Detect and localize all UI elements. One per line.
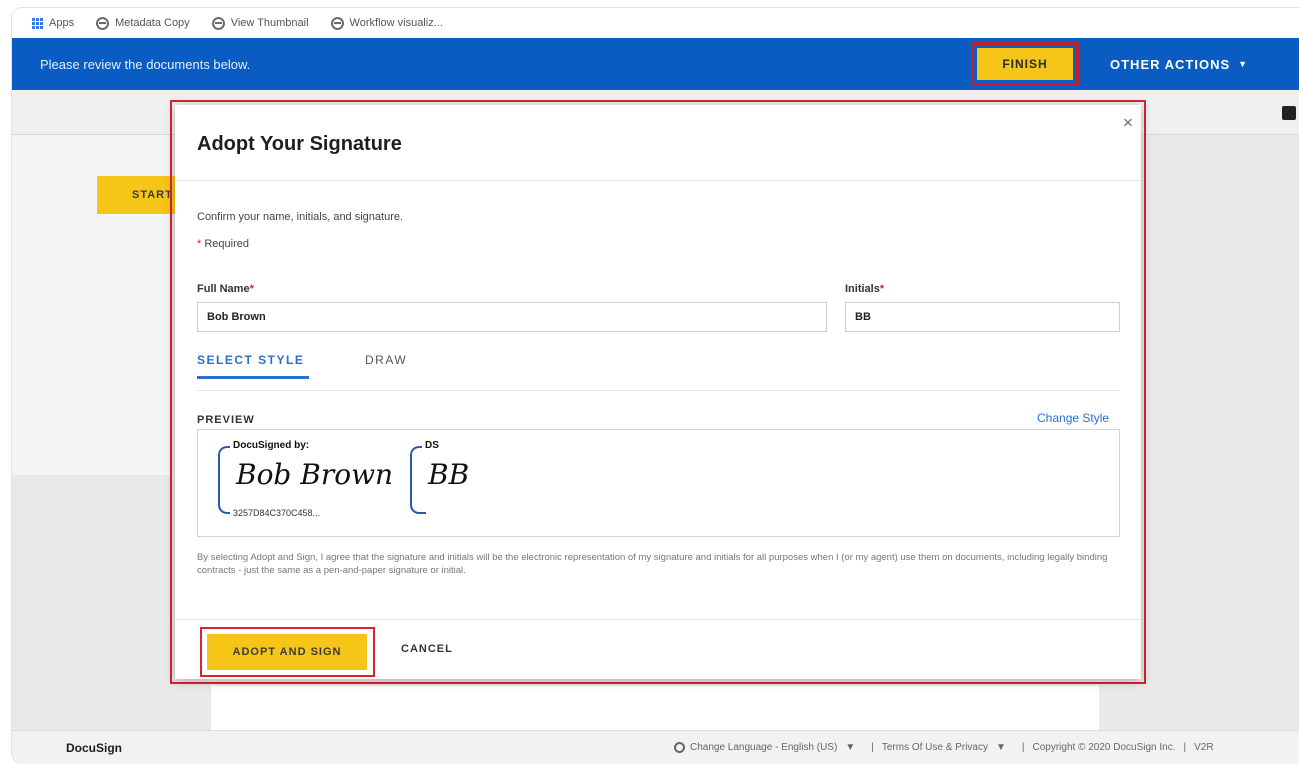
globe-icon xyxy=(96,16,110,30)
bookmarks-bar: Apps Metadata Copy View Thumbnail Workfl… xyxy=(12,8,1299,38)
bookmark-metadata-copy[interactable]: Metadata Copy xyxy=(96,16,190,30)
bookmark-view-thumbnail[interactable]: View Thumbnail xyxy=(211,16,309,30)
dialog-title: Adopt Your Signature xyxy=(197,133,402,155)
preview-label: PREVIEW xyxy=(197,414,255,426)
page-footer: DocuSign Change Language - English (US) … xyxy=(12,730,1299,764)
required-marker: * xyxy=(879,283,885,295)
footer-links: Change Language - English (US) ▼ | Terms… xyxy=(674,742,1214,753)
version-text: V2R xyxy=(1194,742,1214,753)
initials-label: Initials* xyxy=(845,283,884,295)
initials-label-text: Initials xyxy=(845,283,880,295)
required-marker: * xyxy=(197,238,202,250)
globe-icon xyxy=(211,16,225,30)
bookmark-apps[interactable]: Apps xyxy=(32,17,74,29)
signature-preview-card: DocuSigned by: Bob Brown 3257D84C370C458… xyxy=(218,440,394,518)
required-text: Required xyxy=(204,238,249,250)
divider xyxy=(197,390,1120,391)
globe-icon xyxy=(674,742,685,753)
signature-bracket xyxy=(218,446,234,514)
chevron-down-icon: ▼ xyxy=(845,742,856,753)
bookmark-label: Apps xyxy=(49,17,75,29)
initials-script: BB xyxy=(428,458,470,491)
initials-field[interactable]: BB xyxy=(845,302,1120,332)
tab-select-style[interactable]: SELECT STYLE xyxy=(197,353,304,367)
tab-draw[interactable]: DRAW xyxy=(365,353,407,367)
adopt-signature-dialog: × Adopt Your Signature Confirm your name… xyxy=(175,105,1141,679)
bookmark-label: Metadata Copy xyxy=(115,17,190,29)
full-name-field[interactable]: Bob Brown xyxy=(197,302,827,332)
footer-separator: | xyxy=(871,742,874,753)
finish-button-highlight: FINISH xyxy=(971,42,1079,86)
footer-separator: | xyxy=(1021,742,1025,753)
other-actions-menu[interactable]: OTHER ACTIONS ▼ xyxy=(1110,38,1248,90)
required-note: * Required xyxy=(197,238,249,250)
chevron-down-icon: ▼ xyxy=(995,742,1006,753)
docusigned-by-label: DocuSigned by: xyxy=(230,440,313,451)
full-name-label-text: Full Name xyxy=(197,283,250,295)
divider xyxy=(175,180,1141,181)
terms-link[interactable]: Terms Of Use & Privacy xyxy=(882,742,988,753)
initials-bracket xyxy=(410,446,426,514)
change-style-link[interactable]: Change Style xyxy=(1037,411,1109,425)
signature-id: 3257D84C370C458... xyxy=(230,508,324,518)
full-name-label: Full Name* xyxy=(197,283,254,295)
bookmark-workflow[interactable]: Workflow visualiz... xyxy=(330,16,443,30)
apps-grid-icon xyxy=(32,17,43,29)
banner-message: Please review the documents below. xyxy=(40,56,251,72)
bookmark-label: Workflow visualiz... xyxy=(349,17,443,29)
bookmark-label: View Thumbnail xyxy=(230,17,309,29)
active-tab-indicator xyxy=(197,376,309,379)
review-banner: Please review the documents below. FINIS… xyxy=(12,38,1299,90)
legal-disclaimer: By selecting Adopt and Sign, I agree tha… xyxy=(197,552,1108,576)
finish-button[interactable]: FINISH xyxy=(977,48,1073,80)
other-actions-label: OTHER ACTIONS xyxy=(1110,56,1231,72)
cancel-button[interactable]: CANCEL xyxy=(401,643,453,655)
ds-label: DS xyxy=(422,440,442,451)
adopt-and-sign-button[interactable]: ADOPT AND SIGN xyxy=(207,634,367,670)
screenshot-frame: Apps Metadata Copy View Thumbnail Workfl… xyxy=(0,0,1299,764)
confirm-instructions: Confirm your name, initials, and signatu… xyxy=(197,211,404,223)
change-language-link[interactable]: Change Language - English (US) xyxy=(690,742,837,753)
close-icon[interactable]: × xyxy=(1123,114,1133,131)
footer-separator: | xyxy=(1183,742,1187,753)
globe-icon xyxy=(330,16,344,30)
download-icon[interactable] xyxy=(1282,106,1296,120)
docusign-logo: DocuSign xyxy=(66,740,122,755)
signature-preview: DocuSigned by: Bob Brown 3257D84C370C458… xyxy=(197,429,1120,537)
browser-window: Apps Metadata Copy View Thumbnail Workfl… xyxy=(12,8,1299,764)
required-marker: * xyxy=(249,283,254,295)
chevron-down-icon: ▼ xyxy=(1238,59,1249,69)
initials-preview-card: DS BB xyxy=(410,440,480,514)
document-page xyxy=(211,686,1099,736)
divider xyxy=(175,619,1141,620)
copyright-text: Copyright © 2020 DocuSign Inc. xyxy=(1032,742,1176,753)
signature-script: Bob Brown xyxy=(236,458,394,491)
